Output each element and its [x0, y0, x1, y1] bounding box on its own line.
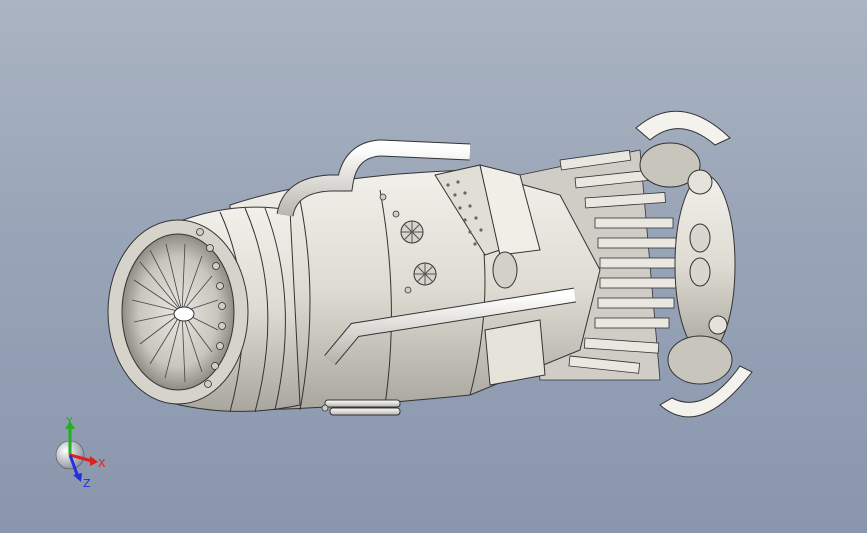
orientation-triad[interactable]: Y X Z	[40, 415, 120, 495]
vent-port-upper	[400, 220, 424, 244]
z-axis-label: Z	[83, 477, 91, 490]
side-tube-bundle	[324, 399, 401, 416]
vent-port-lower	[413, 262, 437, 286]
spinner-cone	[173, 306, 195, 322]
jet-engine-model[interactable]	[0, 0, 867, 533]
x-axis-label: X	[98, 457, 106, 470]
3d-viewport[interactable]: Y X Z	[0, 0, 867, 533]
y-axis-label: Y	[65, 415, 73, 428]
